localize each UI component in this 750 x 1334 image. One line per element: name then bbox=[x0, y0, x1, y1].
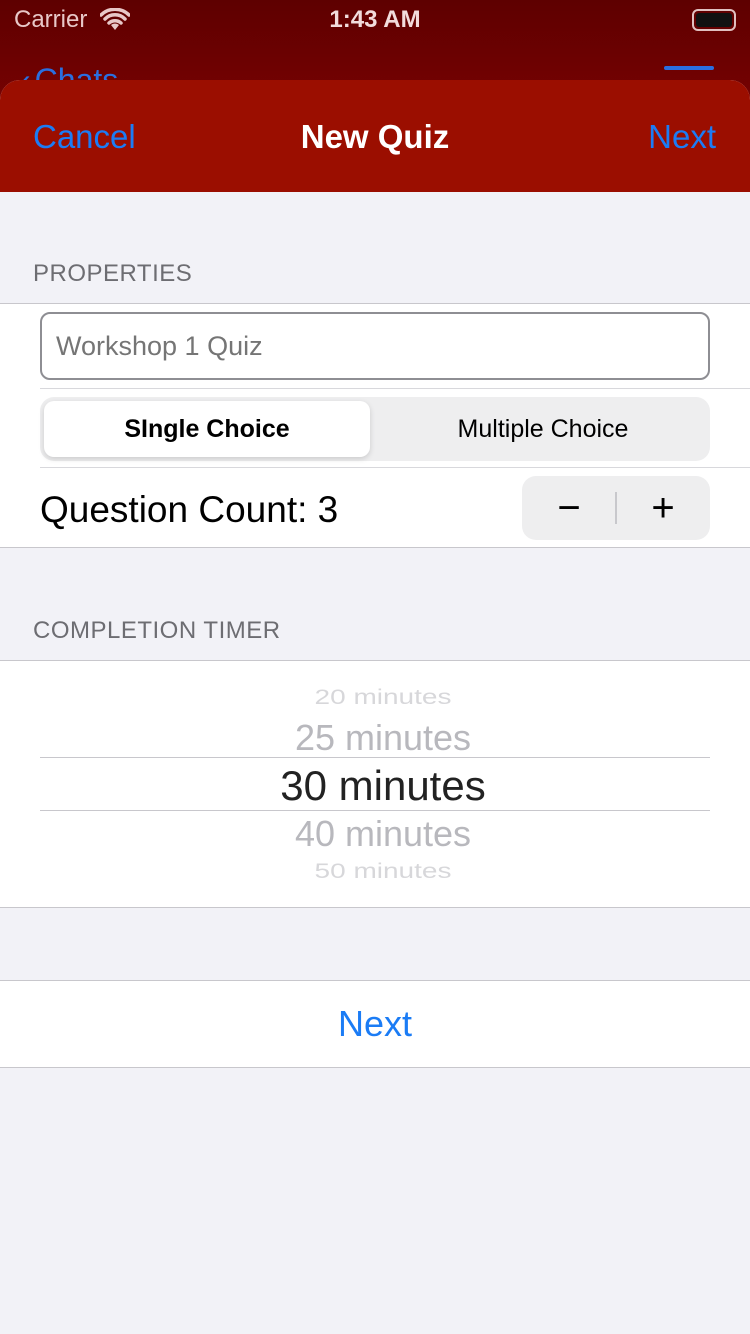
question-count-stepper[interactable]: − + bbox=[522, 476, 710, 540]
decrement-button[interactable]: − bbox=[522, 476, 616, 540]
completion-timer-picker[interactable]: 20 minutes 25 minutes 30 minutes 40 minu… bbox=[0, 660, 750, 908]
minus-icon: − bbox=[557, 485, 581, 530]
next-nav-button[interactable]: Next bbox=[648, 118, 716, 156]
plus-icon: + bbox=[651, 485, 675, 530]
row-divider bbox=[40, 388, 750, 389]
question-count-label: Question Count: 3 bbox=[40, 489, 339, 530]
picker-selection-top-line bbox=[40, 757, 710, 758]
picker-selection-bottom-line bbox=[40, 810, 710, 811]
picker-option[interactable]: 40 minutes bbox=[0, 813, 750, 855]
row-divider bbox=[40, 467, 750, 468]
segment-multiple-choice[interactable]: Multiple Choice bbox=[380, 401, 706, 457]
completion-timer-header: COMPLETION TIMER bbox=[33, 617, 281, 644]
picker-option[interactable]: 50 minutes bbox=[0, 859, 750, 883]
battery-icon bbox=[692, 9, 736, 31]
page-title: New Quiz bbox=[300, 118, 450, 155]
question-type-segmented-control[interactable]: SIngle Choice Multiple Choice bbox=[40, 397, 710, 461]
properties-header: PROPERTIES bbox=[33, 260, 193, 287]
picker-option[interactable]: 25 minutes bbox=[0, 717, 750, 759]
navigation-bar: Cancel New Quiz Next bbox=[0, 80, 750, 192]
picker-selected-option[interactable]: 30 minutes bbox=[0, 762, 750, 810]
background-menu-icon bbox=[664, 66, 714, 70]
picker-option[interactable]: 20 minutes bbox=[0, 685, 750, 709]
segment-single-choice[interactable]: SIngle Choice bbox=[44, 401, 370, 457]
status-time: 1:43 AM bbox=[329, 6, 421, 33]
status-bar: Carrier 1:43 AM bbox=[0, 0, 750, 40]
quiz-title-input[interactable] bbox=[40, 312, 710, 380]
next-button[interactable]: Next bbox=[0, 980, 750, 1068]
properties-group: SIngle Choice Multiple Choice Question C… bbox=[0, 303, 750, 548]
new-quiz-sheet: Cancel New Quiz Next PROPERTIES SIngle C… bbox=[0, 80, 750, 1334]
increment-button[interactable]: + bbox=[616, 476, 710, 540]
